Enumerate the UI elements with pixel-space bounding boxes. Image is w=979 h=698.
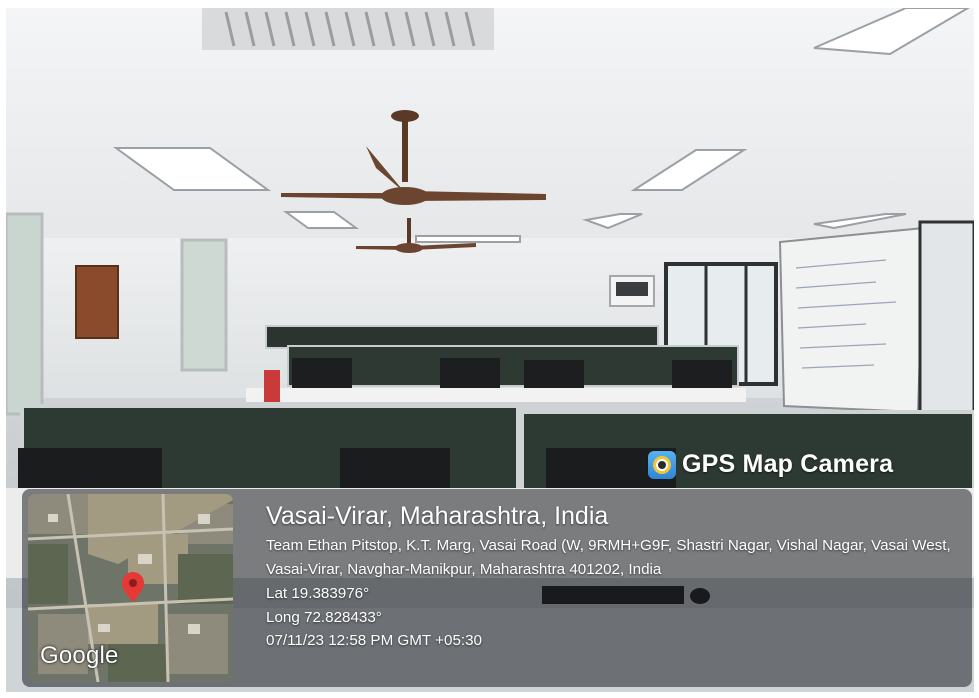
- gps-map-camera-logo-icon: [648, 450, 676, 479]
- location-title: Vasai-Virar, Maharashtra, India: [266, 502, 609, 530]
- photo-frame: GPS Map Camera Google Vasai-Virar, Mahar…: [0, 0, 979, 698]
- map-thumbnail: Google: [28, 494, 233, 682]
- location-address: Team Ethan Pitstop, K.T. Marg, Vasai Roa…: [266, 537, 951, 578]
- gps-map-camera-header: GPS Map Camera: [648, 450, 893, 479]
- longitude: Long 72.828433°: [266, 608, 382, 626]
- map-pin-icon: [122, 572, 144, 602]
- timestamp: 07/11/23 12:58 PM GMT +05:30: [266, 632, 482, 649]
- google-logo: Google: [40, 642, 119, 669]
- app-name: GPS Map Camera: [682, 450, 894, 478]
- location-details: Vasai-Virar, Maharashtra, India Team Eth…: [266, 500, 966, 653]
- latitude: Lat 19.383976°: [266, 585, 370, 602]
